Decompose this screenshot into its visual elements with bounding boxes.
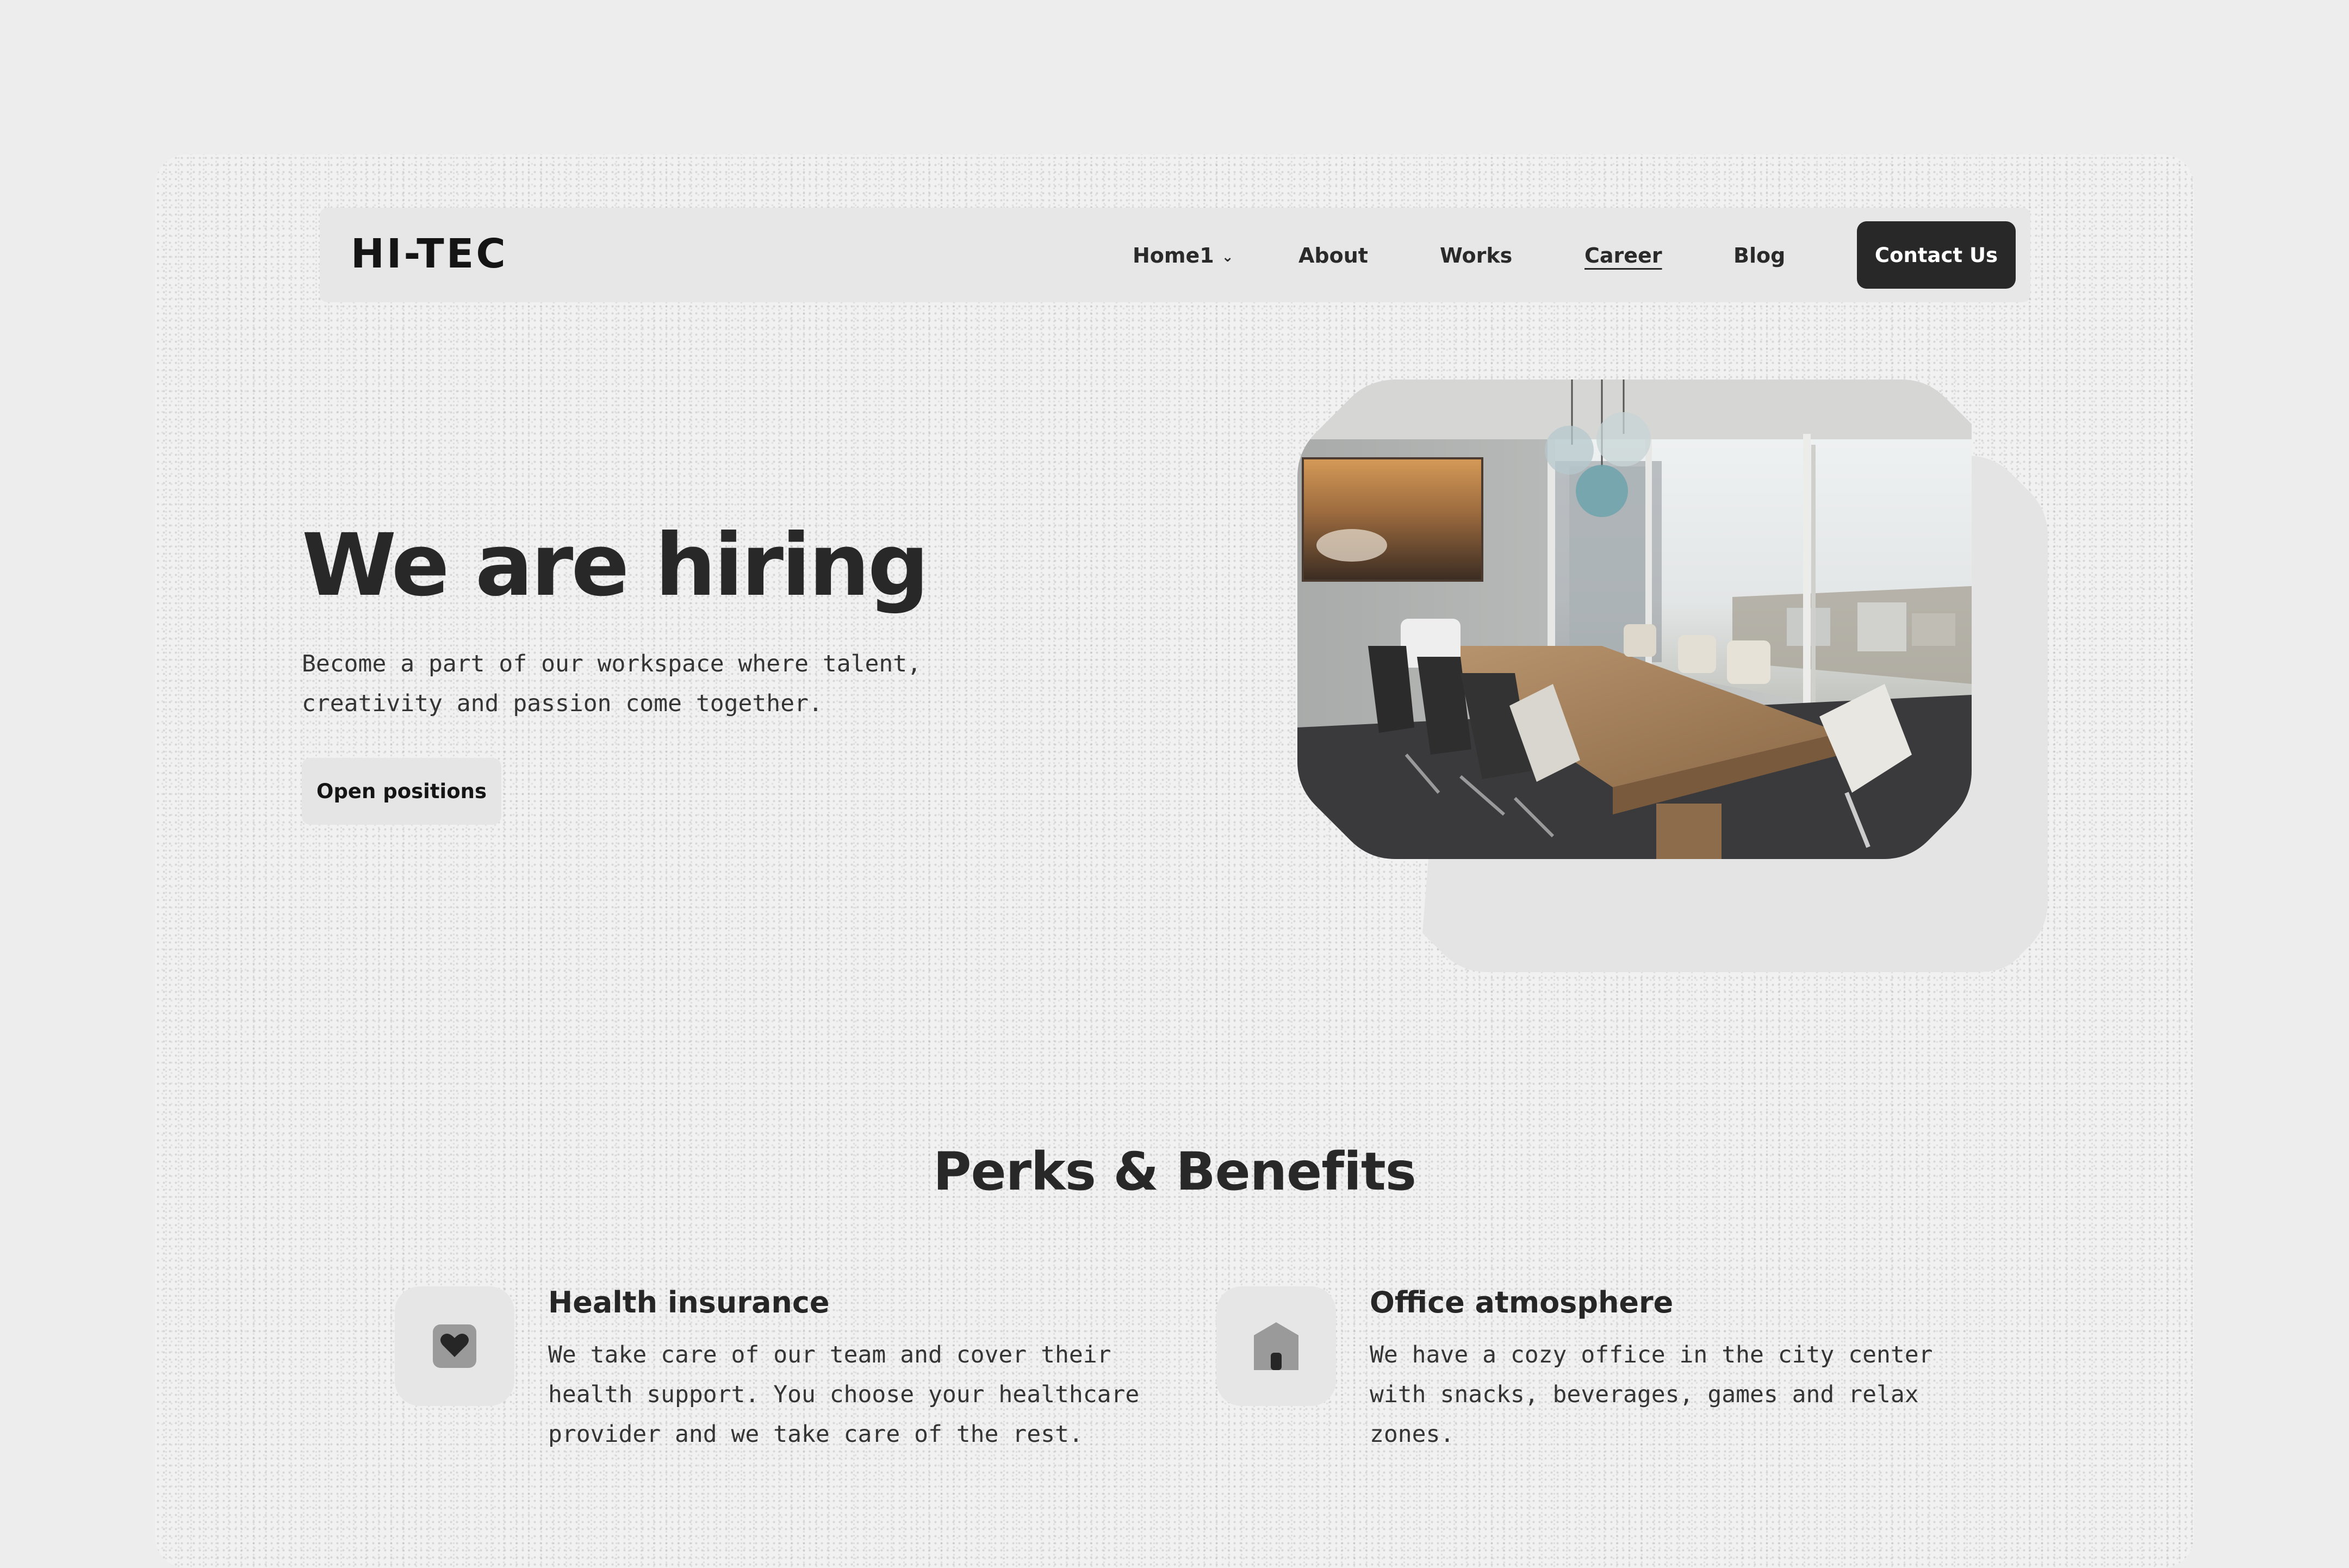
nav-career[interactable]: Career (1584, 239, 1662, 272)
perk-desc-office: We have a cozy office in the city center… (1370, 1341, 1933, 1448)
perk-title-office: Office atmosphere (1370, 1285, 1674, 1320)
contact-us-button[interactable]: Contact Us (1857, 221, 2016, 289)
nav-blog[interactable]: Blog (1733, 239, 1785, 272)
perk-icon-box-office (1216, 1286, 1336, 1406)
hero-title: We are hiring (302, 515, 929, 615)
perks-title: Perks & Benefits (933, 1141, 1416, 1202)
house-icon (1254, 1322, 1298, 1370)
logo[interactable]: HI-TEC (351, 232, 508, 276)
hero-office-image (1297, 379, 2048, 972)
nav-home-label: Home1 (1133, 244, 1214, 267)
nav-about[interactable]: About (1298, 239, 1368, 272)
nav-works[interactable]: Works (1440, 239, 1512, 272)
perk-desc-health: We take care of our team and cover their… (548, 1341, 1140, 1448)
perk-icon-box-health (395, 1286, 514, 1406)
nav-home[interactable]: Home1 ⌄ (1133, 239, 1234, 272)
chevron-down-icon: ⌄ (1221, 248, 1234, 265)
open-positions-button[interactable]: Open positions (302, 758, 501, 825)
heart-icon (433, 1324, 476, 1368)
perk-title-health: Health insurance (548, 1285, 830, 1320)
hero-subtitle: Become a part of our workspace where tal… (302, 650, 922, 717)
